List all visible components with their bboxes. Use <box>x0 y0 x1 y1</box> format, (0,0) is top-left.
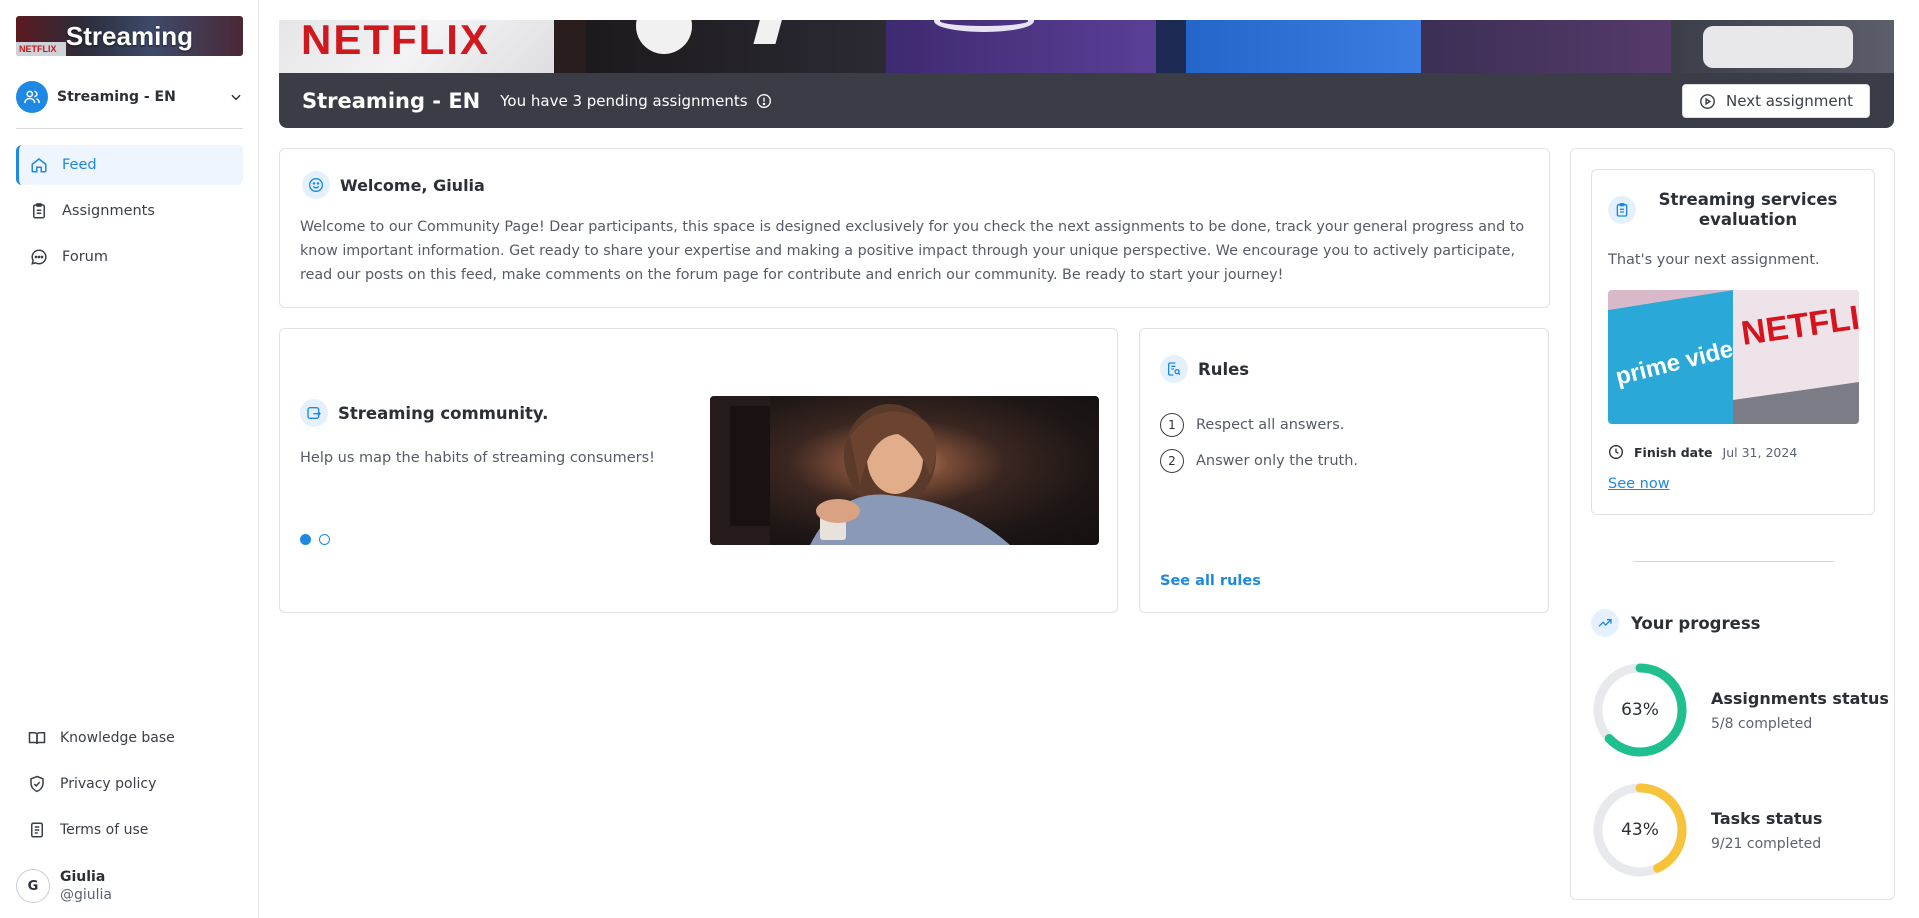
book-icon <box>28 732 46 745</box>
share-screen-icon <box>300 399 328 427</box>
document-icon <box>31 822 43 838</box>
hero-banner-image: NETFLIX <box>279 20 1894 74</box>
welcome-card: Welcome, Giulia Welcome to our Community… <box>279 148 1550 308</box>
next-assignment-button[interactable]: Next assignment <box>1682 84 1870 118</box>
sidebar-item-feed[interactable]: Feed <box>16 145 243 185</box>
page-title: Streaming - EN <box>302 88 481 113</box>
right-panel: Streaming services evaluation That's you… <box>1570 148 1895 900</box>
progress-percent: 43% <box>1621 820 1659 840</box>
sidebar-item-knowledge-base[interactable]: Knowledge base <box>28 726 175 750</box>
pending-assignments-text: You have 3 pending assignments <box>500 91 748 110</box>
community-selector[interactable]: Streaming - EN <box>16 81 243 113</box>
rules-card: Rules 1 Respect all answers. 2 Answer on… <box>1139 328 1549 613</box>
sidebar-item-label: Privacy policy <box>60 776 157 792</box>
community-card-title: Streaming community. <box>338 403 549 423</box>
progress-ring: 43% <box>1591 781 1689 879</box>
progress-item-sub: 5/8 completed <box>1711 715 1813 732</box>
document-search-icon <box>1160 355 1188 383</box>
avatar: G <box>16 869 50 903</box>
sidebar: NETFLIX Streaming Streaming - EN Feed As… <box>0 0 259 918</box>
info-icon[interactable] <box>756 93 772 109</box>
rule-item: 2 Answer only the truth. <box>1160 449 1358 473</box>
welcome-header: Welcome, Giulia <box>302 171 485 199</box>
welcome-title: Welcome, Giulia <box>340 175 485 195</box>
user-handle: @giulia <box>60 887 113 903</box>
trending-up-icon <box>1591 609 1619 637</box>
welcome-text: Welcome to our Community Page! Dear part… <box>300 219 1525 283</box>
progress-header: Your progress <box>1591 609 1760 637</box>
finish-date-label: Finish date <box>1634 444 1713 460</box>
community-photo <box>710 396 1099 545</box>
progress-info: Tasks status 9/21 completed <box>1711 809 1822 852</box>
community-carousel-card: Streaming community. Help us map the hab… <box>279 328 1118 613</box>
hero-banner: NETFLIX Streaming - EN You have 3 pendin… <box>279 20 1894 128</box>
shield-check-icon <box>30 775 44 793</box>
see-all-rules-link[interactable]: See all rules <box>1160 573 1261 589</box>
assignment-title: Streaming services evaluation <box>1658 190 1838 229</box>
rules-header: Rules <box>1160 355 1249 383</box>
clock-icon <box>1609 445 1623 459</box>
progress-percent: 63% <box>1621 700 1659 720</box>
carousel-indicators <box>300 534 338 545</box>
rule-item: 1 Respect all answers. <box>1160 413 1344 437</box>
logo-text: Streaming <box>65 21 194 51</box>
sidebar-item-label: Forum <box>62 249 108 265</box>
smile-icon <box>302 171 330 199</box>
user-profile[interactable]: G Giulia @giulia <box>16 864 112 908</box>
sidebar-divider <box>16 128 243 129</box>
community-name: Streaming - EN <box>57 89 176 105</box>
rule-text: Answer only the truth. <box>1196 453 1359 469</box>
next-assignment-card: Streaming services evaluation That's you… <box>1591 169 1875 515</box>
sidebar-item-privacy-policy[interactable]: Privacy policy <box>28 772 156 796</box>
home-icon <box>31 158 47 173</box>
chat-bubble-icon <box>31 249 47 265</box>
assignment-image[interactable]: prime video NETFLIX <box>1608 290 1859 424</box>
panel-divider <box>1633 561 1834 562</box>
see-now-link[interactable]: See now <box>1608 476 1670 492</box>
progress-ring: 63% <box>1591 661 1689 759</box>
carousel-dot-2[interactable] <box>319 534 330 545</box>
rule-text: Respect all answers. <box>1196 417 1345 433</box>
sidebar-item-forum[interactable]: Forum <box>16 237 243 277</box>
progress-item-title: Assignments status <box>1711 688 1889 708</box>
sidebar-item-label: Terms of use <box>60 822 149 838</box>
community-card-text: Help us map the habits of streaming cons… <box>300 450 655 466</box>
chevron-down-icon <box>231 94 241 101</box>
assignments-progress: 63% Assignments status 5/8 completed <box>1591 661 1889 759</box>
progress-info: Assignments status 5/8 completed <box>1711 689 1889 732</box>
progress-item-sub: 9/21 completed <box>1711 835 1822 852</box>
rules-title: Rules <box>1198 359 1250 379</box>
finish-date-row: Finish date Jul 31, 2024 <box>1608 444 1797 460</box>
clipboard-icon <box>33 203 45 219</box>
rule-number: 1 <box>1160 413 1184 437</box>
user-name: Giulia <box>60 869 106 885</box>
community-card-header: Streaming community. <box>300 399 548 427</box>
rule-number: 2 <box>1160 449 1184 473</box>
sidebar-item-assignments[interactable]: Assignments <box>16 191 243 231</box>
users-icon <box>16 81 48 113</box>
finish-date-value: Jul 31, 2024 <box>1722 444 1798 460</box>
next-assignment-label: Next assignment <box>1726 92 1853 110</box>
sidebar-item-label: Knowledge base <box>60 730 175 746</box>
hero-bar: Streaming - EN You have 3 pending assign… <box>279 73 1894 128</box>
clipboard-icon <box>1608 196 1636 224</box>
assignment-header: Streaming services evaluation <box>1608 190 1860 230</box>
app-root: NETFLIX Streaming Streaming - EN Feed As… <box>0 0 1919 918</box>
assignment-subtitle: That's your next assignment. <box>1608 252 1820 268</box>
user-info: Giulia @giulia <box>60 869 112 903</box>
sidebar-item-terms-of-use[interactable]: Terms of use <box>28 818 148 842</box>
carousel-dot-1[interactable] <box>300 534 311 545</box>
tasks-progress: 43% Tasks status 9/21 completed <box>1591 781 1822 879</box>
sidebar-item-label: Assignments <box>62 203 155 219</box>
brand-logo[interactable]: NETFLIX Streaming <box>16 16 243 56</box>
play-circle-icon <box>1700 93 1715 109</box>
progress-title: Your progress <box>1631 613 1761 633</box>
progress-item-title: Tasks status <box>1711 808 1823 828</box>
sidebar-item-label: Feed <box>62 157 97 173</box>
